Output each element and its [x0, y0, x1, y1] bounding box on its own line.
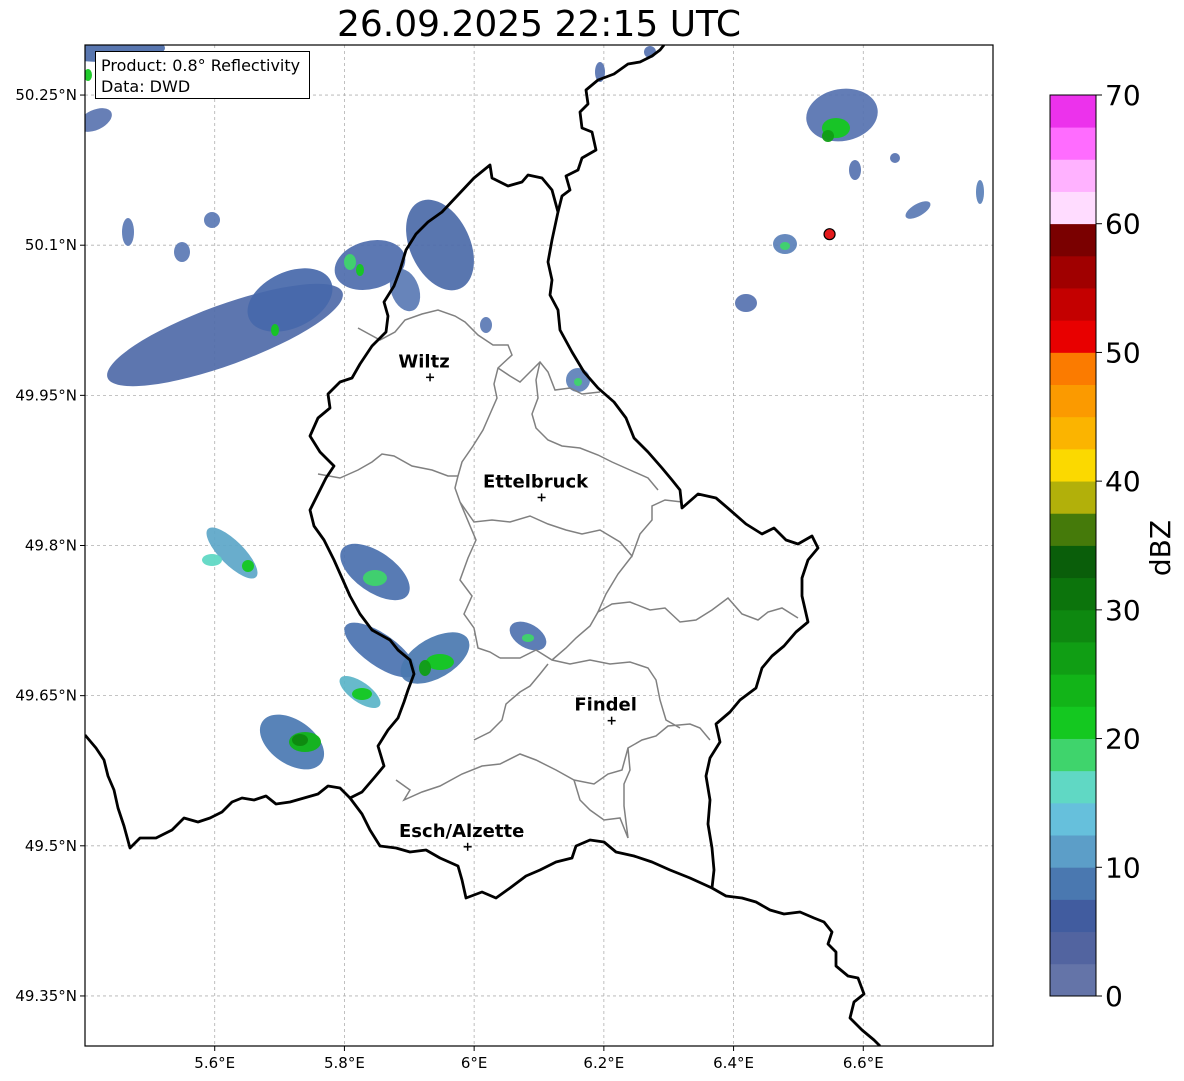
lon-tick-label: 5.6°E — [194, 1054, 235, 1072]
product-info-box: Product: 0.8° Reflectivity Data: DWD — [95, 51, 310, 99]
radar-echo — [480, 317, 492, 333]
radar-echo-core — [822, 130, 834, 142]
longitude-labels: 5.6°E 5.8°E 6°E 6.2°E 6.4°E 6.6°E — [194, 1054, 883, 1072]
data-source-label: Data: DWD — [101, 77, 191, 96]
radar-echo-core — [356, 264, 364, 276]
colorbar-segment — [1050, 255, 1096, 289]
colorbar-segment — [1050, 674, 1096, 707]
colorbar-tick-label: 50 — [1105, 336, 1141, 369]
colorbar-segment — [1050, 802, 1096, 836]
colorbar-segment — [1050, 384, 1096, 418]
radar-echo — [849, 160, 861, 180]
radar-map: 50.25°N 50.1°N 49.95°N 49.8°N 49.65°N 49.5°N 4… — [15, 44, 1177, 1072]
lon-tick-label: 6.4°E — [713, 1054, 754, 1072]
radar-echo-core — [292, 734, 308, 746]
colorbar-title: dBZ — [1144, 520, 1177, 576]
colorbar-segment — [1050, 448, 1096, 482]
colorbar-segment — [1050, 738, 1096, 772]
city-label: Findel — [574, 695, 637, 716]
colorbar-segment — [1050, 159, 1096, 192]
radar-echo-core — [522, 634, 534, 642]
radar-echo — [735, 294, 757, 312]
lon-tick-label: 6.6°E — [843, 1054, 884, 1072]
radar-echo — [976, 180, 984, 204]
radar-echo-core — [202, 554, 222, 566]
radar-echo — [890, 153, 900, 163]
colorbar-segment — [1050, 835, 1096, 868]
colorbar: 0 10 20 30 40 50 60 70 dBZ — [1049, 79, 1177, 1013]
colorbar-segment — [1050, 127, 1096, 160]
colorbar-tick-label: 20 — [1105, 723, 1141, 756]
colorbar-segment — [1050, 609, 1096, 643]
lat-tick-label: 49.65°N — [15, 687, 77, 705]
colorbar-segment — [1050, 95, 1096, 128]
lat-tick-label: 50.25°N — [15, 86, 77, 104]
colorbar-segment — [1050, 223, 1096, 257]
city-label: Esch/Alzette — [399, 821, 524, 842]
lon-tick-label: 5.8°E — [324, 1054, 365, 1072]
colorbar-tick-label: 40 — [1105, 465, 1141, 498]
radar-echo-core — [419, 660, 431, 676]
lat-tick-label: 50.1°N — [25, 236, 77, 254]
colorbar-tick-label: 30 — [1105, 594, 1141, 627]
colorbar-segment — [1050, 288, 1096, 321]
colorbar-segment — [1050, 642, 1096, 675]
radar-echo-core — [271, 324, 279, 336]
colorbar-segment — [1050, 416, 1096, 450]
colorbar-tick-label: 0 — [1105, 980, 1123, 1013]
colorbar-segment — [1050, 931, 1096, 965]
longitude-ticks — [214, 1046, 864, 1051]
colorbar-segment — [1050, 320, 1096, 353]
colorbar-segment — [1050, 770, 1096, 804]
radar-echo — [174, 242, 190, 262]
colorbar-segment — [1050, 352, 1096, 386]
radar-echo-core — [242, 560, 254, 572]
colorbar-segment — [1050, 481, 1096, 514]
colorbar-segment — [1050, 577, 1096, 611]
lat-tick-label: 49.35°N — [15, 987, 77, 1005]
colorbar-tick-label: 70 — [1105, 79, 1141, 112]
lat-tick-label: 49.8°N — [25, 537, 77, 555]
colorbar-segment — [1050, 867, 1096, 900]
radar-site-marker — [823, 228, 836, 241]
colorbar-segment — [1050, 545, 1096, 579]
lon-tick-label: 6°E — [461, 1054, 488, 1072]
product-label: Product: 0.8° Reflectivity — [101, 56, 301, 75]
colorbar-tick-label: 60 — [1105, 208, 1141, 241]
lat-tick-label: 49.5°N — [25, 837, 77, 855]
latitude-labels: 50.25°N 50.1°N 49.95°N 49.8°N 49.65°N 49.5°N 4… — [15, 86, 77, 1005]
lat-tick-label: 49.95°N — [15, 386, 77, 404]
radar-echo-core — [344, 254, 356, 270]
city-label: Wiltz — [398, 351, 449, 372]
colorbar-segment — [1050, 963, 1096, 997]
lon-tick-label: 6.2°E — [583, 1054, 624, 1072]
colorbar-segment — [1050, 899, 1096, 933]
colorbar-segment — [1050, 706, 1096, 739]
latitude-ticks — [80, 94, 85, 997]
colorbar-tick-label: 10 — [1105, 851, 1141, 884]
radar-echo-core — [574, 378, 582, 386]
radar-echo-core — [363, 570, 387, 586]
radar-echo — [204, 212, 220, 228]
city-label: Ettelbruck — [483, 471, 589, 492]
colorbar-segment — [1050, 191, 1096, 225]
colorbar-segment — [1050, 513, 1096, 546]
radar-echo-core — [352, 688, 372, 700]
radar-echo — [122, 218, 134, 246]
radar-echo-core — [780, 242, 790, 250]
